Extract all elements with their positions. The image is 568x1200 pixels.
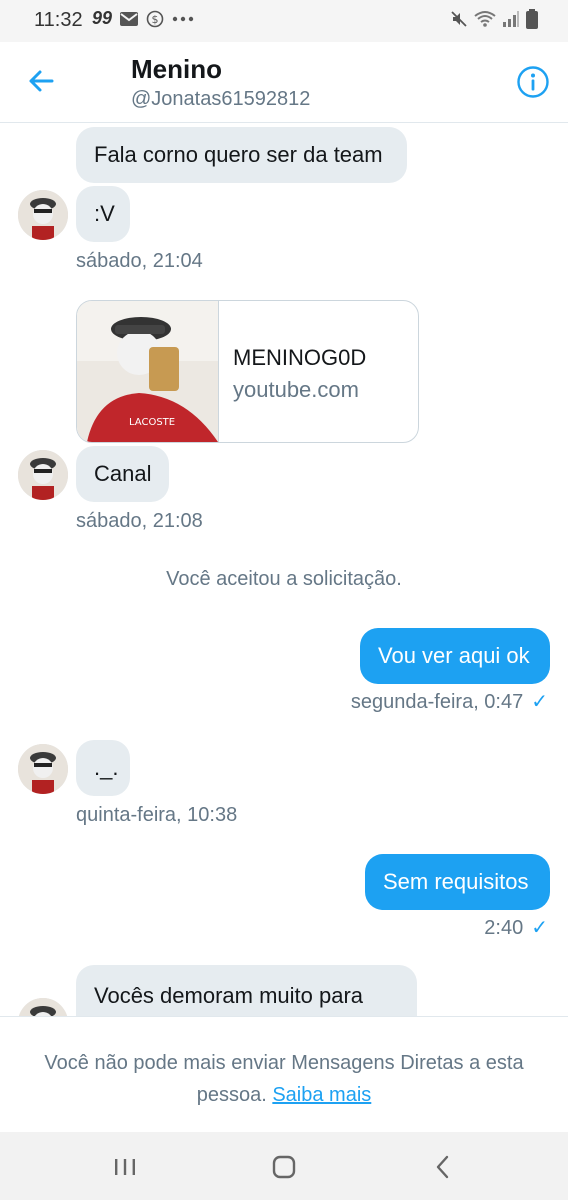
svg-text:LACOSTE: LACOSTE: [129, 417, 175, 428]
conversation-header: Menino @Jonatas61592812: [0, 42, 568, 123]
message-timestamp: sábado, 21:08: [76, 510, 203, 532]
timestamp-text: segunda-feira, 0:47: [350, 691, 524, 713]
message-text: Canal: [94, 461, 152, 486]
message-text: :V: [94, 201, 115, 226]
learn-more-link[interactable]: Saiba mais: [272, 1084, 371, 1106]
message-bubble-sent[interactable]: Vou ver aqui ok: [360, 628, 550, 684]
avatar[interactable]: [18, 744, 68, 794]
system-icons: [450, 9, 538, 29]
message-list[interactable]: Fala corno quero ser da team :V sábado, …: [0, 123, 568, 1016]
info-icon[interactable]: [516, 65, 550, 99]
message-text: ._.: [94, 755, 119, 780]
link-card-thumbnail: LACOSTE: [77, 301, 219, 442]
dm-disabled-notice: Você não pode mais enviar Mensagens Dire…: [0, 1016, 568, 1133]
badge-99-icon: 99: [92, 8, 113, 28]
avatar[interactable]: [18, 450, 68, 500]
status-bar: 11:32 99 $: [0, 0, 568, 42]
avatar[interactable]: [18, 190, 68, 240]
battery-icon: [526, 9, 538, 29]
message-bubble[interactable]: :V: [76, 186, 130, 242]
message-bubble[interactable]: Vocês demoram muito para: [76, 965, 417, 1016]
link-card-domain: youtube.com: [233, 377, 359, 402]
recent-apps-icon[interactable]: [110, 1152, 140, 1182]
home-icon[interactable]: [269, 1152, 299, 1182]
wifi-icon: [474, 11, 496, 27]
dollar-circle-icon: $: [146, 10, 164, 27]
status-time: 11:32: [34, 9, 83, 31]
notification-icons: 99 $: [92, 8, 194, 29]
message-bubble[interactable]: Fala corno quero ser da team: [76, 127, 407, 183]
link-card-title: MENINOG0D: [233, 345, 367, 370]
message-bubble[interactable]: Canal: [76, 446, 169, 502]
message-timestamp: 2:40 ✓: [484, 915, 548, 940]
link-card[interactable]: LACOSTE MENINOG0D youtube.com: [76, 300, 419, 443]
contact-name: Menino: [131, 54, 222, 84]
message-text: Vou ver aqui ok: [378, 643, 530, 668]
back-arrow-icon[interactable]: [26, 66, 56, 96]
contact-handle: @Jonatas61592812: [131, 88, 311, 110]
android-nav-bar: [0, 1132, 568, 1200]
message-text: Vocês demoram muito para: [94, 983, 364, 1008]
message-text: Fala corno quero ser da team: [94, 142, 383, 167]
back-nav-icon[interactable]: [428, 1152, 458, 1182]
notice-text-block: Você não pode mais enviar Mensagens Dire…: [20, 1047, 548, 1111]
message-bubble-sent[interactable]: Sem requisitos: [365, 854, 550, 910]
timestamp-text: 2:40: [484, 917, 524, 939]
system-message: Você aceitou a solicitação.: [166, 568, 402, 590]
signal-icon: [503, 11, 519, 27]
read-check-icon: ✓: [531, 691, 548, 713]
message-timestamp: sábado, 21:04: [76, 250, 203, 272]
more-dots-icon: [172, 16, 194, 21]
svg-text:$: $: [152, 13, 159, 26]
message-text: Sem requisitos: [383, 869, 529, 894]
message-timestamp: segunda-feira, 0:47 ✓: [351, 689, 548, 714]
mail-icon: [120, 11, 139, 26]
avatar[interactable]: [18, 998, 68, 1016]
message-bubble[interactable]: ._.: [76, 740, 130, 796]
message-timestamp: quinta-feira, 10:38: [76, 804, 238, 826]
mute-icon: [451, 11, 467, 27]
read-check-icon: ✓: [531, 917, 548, 939]
